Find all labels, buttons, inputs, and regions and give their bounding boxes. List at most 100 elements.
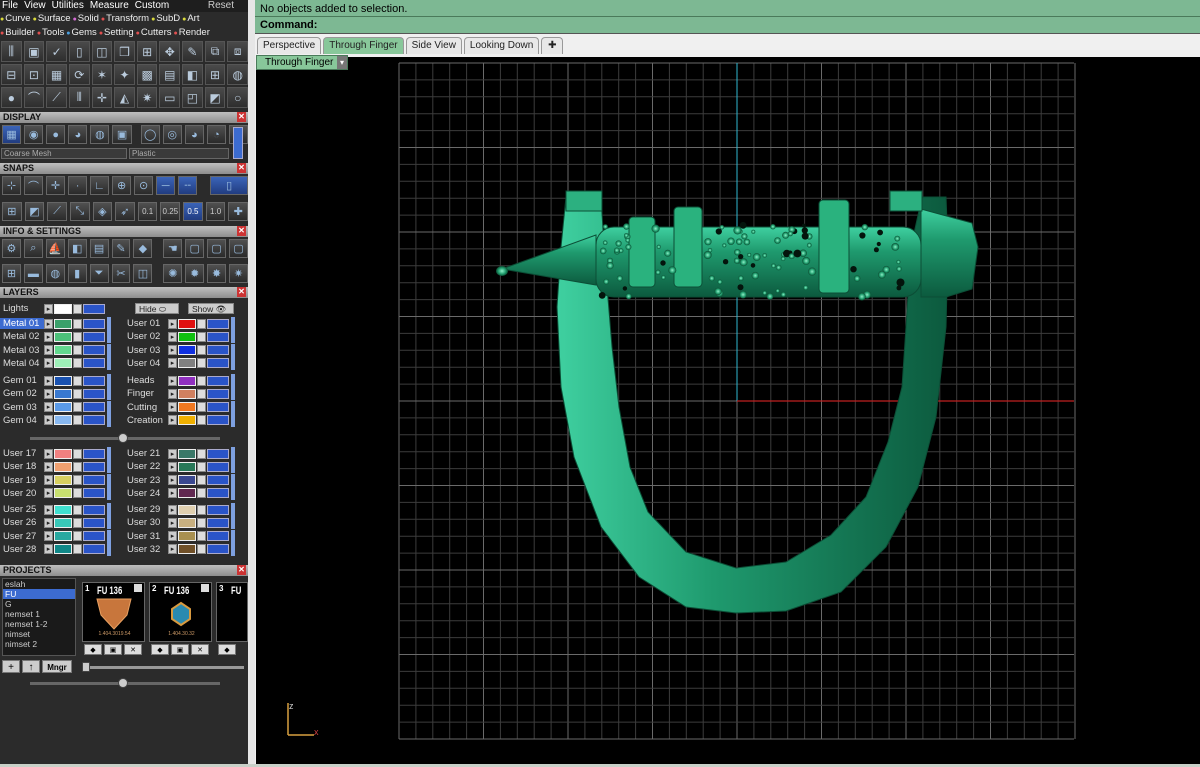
project-thumbnail-2[interactable]: 2 FU 136 1.404.30.32 <box>149 582 212 642</box>
lock-icon[interactable] <box>197 375 206 386</box>
plugin-gems[interactable]: Gems <box>66 26 96 39</box>
lock-icon[interactable] <box>73 388 82 399</box>
menu-measure[interactable]: Measure <box>90 0 129 12</box>
project-thumbnail-3[interactable]: 3 FU <box>216 582 248 642</box>
align-icon[interactable]: ⫼ <box>1 41 22 62</box>
close-icon[interactable]: ✕ <box>237 287 246 297</box>
layer-name[interactable]: User 29 <box>124 504 168 515</box>
layer-color-swatch[interactable] <box>54 402 72 413</box>
snap-plus-icon[interactable]: ✚ <box>228 202 248 221</box>
lights-swatch[interactable] <box>54 303 72 314</box>
layer-name[interactable]: Heads <box>124 375 168 386</box>
layer-name[interactable]: User 19 <box>0 475 44 486</box>
plugin-curve[interactable]: Curve <box>0 12 30 25</box>
mesh-icon[interactable]: ▦ <box>46 64 67 85</box>
layer-name[interactable]: Metal 01 <box>0 318 44 329</box>
arrow-icon[interactable]: ▸ <box>44 345 53 356</box>
material-ball-4-icon[interactable]: ◔ <box>206 125 226 144</box>
lock-icon[interactable] <box>73 318 82 329</box>
arrow-icon[interactable]: ▸ <box>44 448 53 459</box>
scroll-thumb[interactable] <box>82 662 90 672</box>
lock-icon[interactable] <box>197 544 206 555</box>
close-icon[interactable]: ✕ <box>237 226 246 236</box>
save-icon[interactable]: ▣ <box>104 644 122 655</box>
visibility-toggle[interactable] <box>207 504 229 515</box>
arrow-icon[interactable]: ▸ <box>44 415 53 426</box>
snap-cross-icon[interactable]: ✛ <box>46 176 66 195</box>
layer-name[interactable]: User 18 <box>0 461 44 472</box>
layer-color-swatch[interactable] <box>54 517 72 528</box>
visibility-toggle[interactable] <box>207 318 229 329</box>
close-icon[interactable]: ✕ <box>237 163 246 173</box>
palette-icon[interactable]: ◧ <box>182 64 203 85</box>
shape-icon[interactable]: ◭ <box>114 87 135 108</box>
project-list[interactable]: eslah FU G nemset 1 nemset 1-2 nimset ni… <box>2 578 76 656</box>
visibility-toggle[interactable] <box>207 544 229 555</box>
visibility-toggle[interactable] <box>83 475 105 486</box>
material-ball-3-icon[interactable]: ◕ <box>184 125 204 144</box>
arrow-icon[interactable]: ▸ <box>168 544 177 555</box>
project-item[interactable]: eslah <box>3 579 75 589</box>
layer-color-swatch[interactable] <box>54 415 72 426</box>
visibility-toggle[interactable] <box>83 345 105 356</box>
visibility-toggle[interactable] <box>83 402 105 413</box>
funnel-icon[interactable]: ⏷ <box>89 264 109 283</box>
arrow-icon[interactable]: ▸ <box>168 375 177 386</box>
layer-color-swatch[interactable] <box>178 544 196 555</box>
arrow-icon[interactable]: ▸ <box>168 402 177 413</box>
hide-button[interactable]: Hide ⬭ <box>135 303 179 314</box>
arrow-icon[interactable]: ▸ <box>44 517 53 528</box>
layer-color-swatch[interactable] <box>178 517 196 528</box>
arrow-icon[interactable]: ▸ <box>168 358 177 369</box>
pin-icon[interactable]: ◆ <box>151 644 169 655</box>
smooth-shade-icon[interactable]: ● <box>46 125 66 144</box>
snap-value-10[interactable]: 1.0 <box>205 202 226 221</box>
window-icon[interactable]: ◫ <box>133 264 153 283</box>
layer-color-swatch[interactable] <box>54 388 72 399</box>
copy-icon[interactable]: ⧉ <box>204 41 226 62</box>
snap-diag-icon[interactable]: ⤡ <box>69 202 90 221</box>
lock-icon[interactable] <box>73 517 82 528</box>
plugin-tools[interactable]: Tools <box>37 26 64 39</box>
layer-color-swatch[interactable] <box>54 504 72 515</box>
arrow-icon[interactable]: ▸ <box>44 461 53 472</box>
snap-curve-icon[interactable]: ⌒ <box>24 176 44 195</box>
snap-corner-icon[interactable]: ∟ <box>90 176 110 195</box>
add-tab-icon[interactable]: ✚ <box>541 37 564 54</box>
visibility-toggle[interactable] <box>207 517 229 528</box>
snap-circle-icon[interactable]: ⊙ <box>134 176 154 195</box>
pin-icon[interactable]: ◆ <box>218 644 236 655</box>
figure-icon[interactable]: ✶ <box>91 64 113 85</box>
layer-color-swatch[interactable] <box>178 375 196 386</box>
lock-icon[interactable] <box>73 415 82 426</box>
slider-knob[interactable] <box>118 433 128 443</box>
visibility-toggle[interactable] <box>83 358 105 369</box>
visibility-toggle[interactable] <box>207 402 229 413</box>
extend-icon[interactable]: ⊟ <box>1 64 22 85</box>
layer-name[interactable]: Gem 03 <box>0 402 44 413</box>
layer-name[interactable]: User 31 <box>124 531 168 542</box>
project-item[interactable]: nemset 1 <box>3 609 75 619</box>
layers-icon[interactable]: ⧈ <box>227 41 248 62</box>
visibility-toggle[interactable] <box>207 388 229 399</box>
arrow-icon[interactable]: ▸ <box>44 318 53 329</box>
snap-arrow-icon[interactable]: ➶ <box>115 202 135 221</box>
snap-value-01[interactable]: 0.1 <box>137 202 158 221</box>
layer-color-swatch[interactable] <box>54 375 72 386</box>
panel-separator[interactable] <box>248 0 255 764</box>
snap-grid-icon[interactable]: ⊹ <box>2 176 22 195</box>
rect-icon[interactable]: ▬ <box>23 264 43 283</box>
snap-point-icon[interactable]: · <box>68 176 88 195</box>
visibility-toggle[interactable] <box>83 504 105 515</box>
arrow-icon[interactable]: ▸ <box>44 504 53 515</box>
layer-name[interactable]: User 20 <box>0 488 44 499</box>
balls-icon[interactable]: ● <box>1 87 22 108</box>
lock-icon[interactable] <box>73 475 82 486</box>
lock-icon[interactable] <box>73 448 82 459</box>
arrow-icon[interactable]: ▸ <box>168 488 177 499</box>
lock-icon[interactable] <box>197 488 206 499</box>
pencil-icon[interactable]: ✎ <box>111 239 131 258</box>
layer-scroll-slider[interactable] <box>30 433 220 443</box>
glossy-shade-icon[interactable]: ◕ <box>68 125 88 144</box>
cubes-icon[interactable]: ◧ <box>67 239 87 258</box>
